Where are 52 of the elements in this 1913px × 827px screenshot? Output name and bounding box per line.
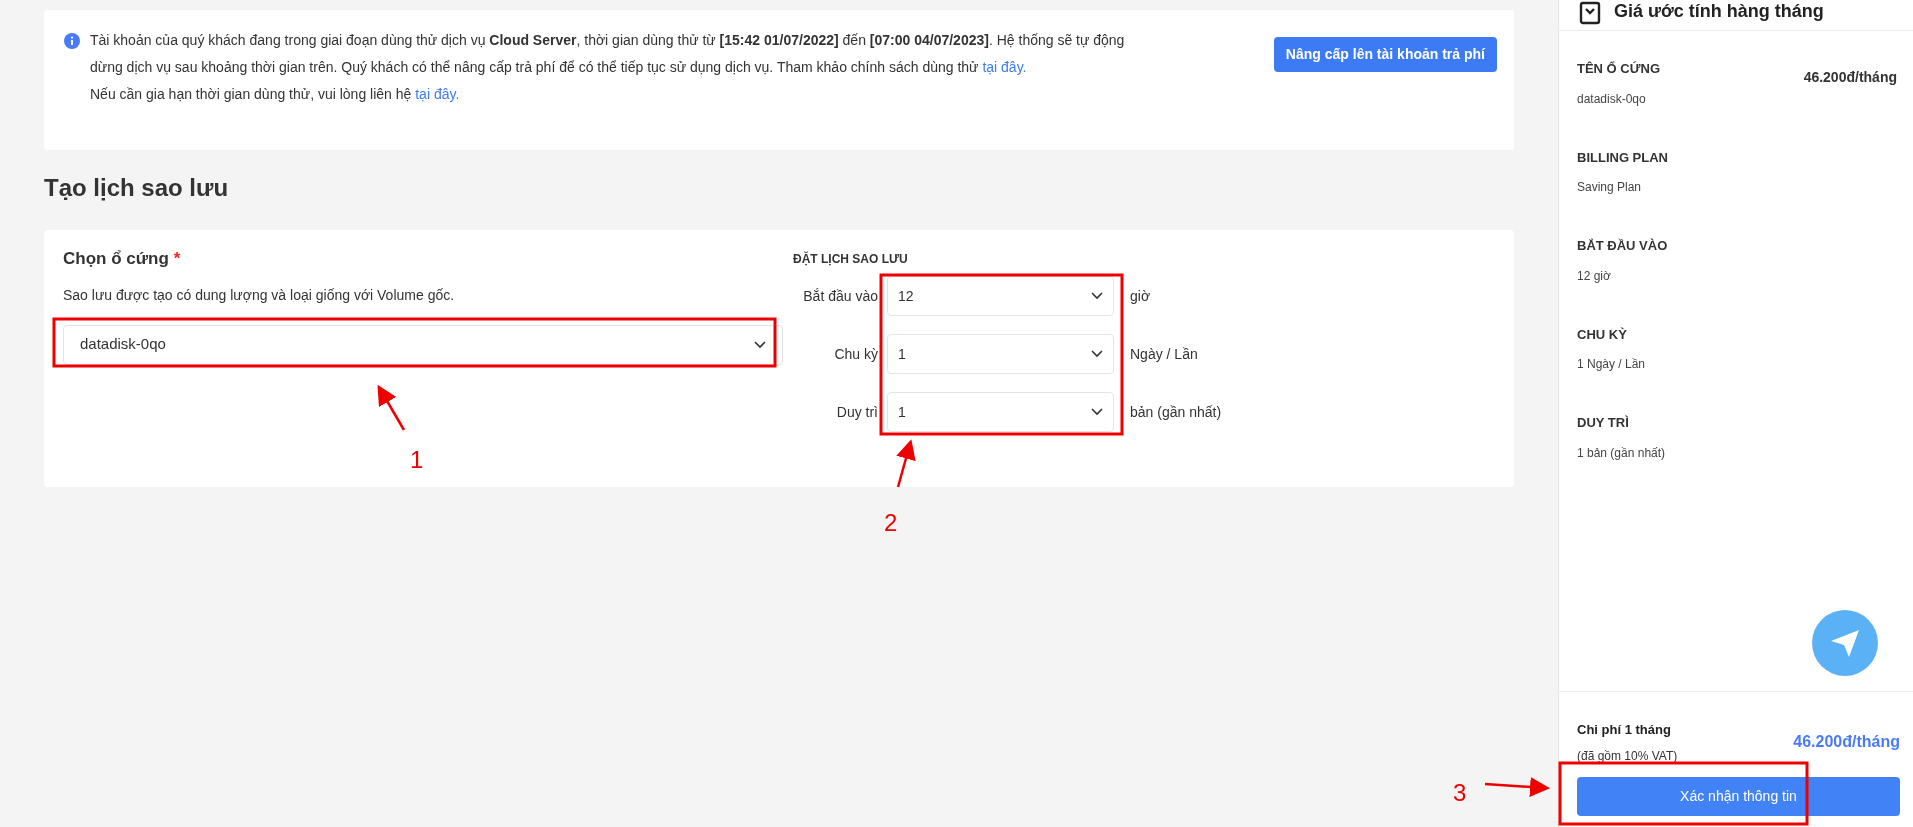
field-description: Sao lưu được tạo có dung lượng và loại giống với Volume gốc.: [63, 285, 456, 305]
select-value: datadisk-0qo: [80, 334, 166, 355]
annotation-number: 2: [884, 508, 898, 538]
total-price: 46.200đ/tháng: [1793, 732, 1900, 753]
upgrade-button[interactable]: Nâng cấp lên tài khoản trả phí: [1273, 37, 1497, 72]
info-icon: [64, 33, 80, 49]
summary-value: datadisk-0qo: [1577, 90, 1647, 108]
schedule-select[interactable]: 1: [887, 334, 1114, 374]
annotation-number: 3: [1453, 778, 1467, 808]
policy-link[interactable]: tại đây.: [982, 59, 1027, 75]
total-note: (đã gồm 10% VAT): [1577, 748, 1678, 765]
summary-label: BẮT ĐẦU VÀO: [1577, 237, 1668, 255]
notice-text: Nếu cần gia hạn thời gian dùng thử, vui lòng liên hệ tại đây.: [90, 85, 461, 104]
bag-icon: [1579, 0, 1601, 25]
total-label: Chi phí 1 tháng: [1577, 720, 1672, 739]
field-label: Bắt đầu vào: [802, 286, 878, 306]
annotation-arrow: [1484, 777, 1550, 797]
summary-value: Saving Plan: [1577, 179, 1643, 196]
field-label: Chu kỳ: [833, 344, 878, 364]
summary-value: 1 Ngày / Lần: [1577, 356, 1646, 373]
field-label: Chọn ổ cứng: [63, 248, 169, 270]
notice-text: Tài khoản của quý khách đang trong giai đoạn dùng thử dịch vụ Cloud Server, thời gian dùng thử từ [15:42 01/07/2022] đến [07:00 04/07/2023]. Hệ thống sẽ tự động dừng dịch vụ sau khoảng thời gian trên. Quý khách có thể nâng cấp trả phí để có thể tiếp tục sử dụng dịch vụ. Tham khảo chính sách dùng thử tại đây.: [90, 31, 1126, 77]
summary-value: 1 bản (gần nhất): [1577, 444, 1666, 462]
chevron-icon: [1091, 408, 1103, 416]
select-value: 12: [898, 286, 914, 306]
summary-label: BILLING PLAN: [1577, 148, 1668, 167]
policy-link[interactable]: tại đây.: [415, 86, 460, 102]
schedule-select[interactable]: 1: [887, 392, 1114, 432]
summary-value: 12 giờ: [1577, 267, 1612, 285]
chevron-icon: [1091, 350, 1103, 358]
select-value: 1: [898, 402, 906, 422]
disk-select[interactable]: datadisk-0qo: [63, 324, 783, 365]
required-mark: *: [173, 248, 181, 270]
field-label: Duy trì: [835, 402, 878, 422]
unit-label: giờ: [1130, 286, 1151, 306]
confirm-button[interactable]: Xác nhận thông tin: [1577, 777, 1900, 816]
unit-label: bản (gần nhất): [1130, 402, 1222, 422]
annotation-arrow: [377, 384, 406, 431]
select-value: 1: [898, 344, 906, 364]
paper-plane-icon: [1829, 627, 1861, 659]
chevron-icon: [754, 340, 766, 349]
annotation-arrow: [896, 439, 916, 488]
summary-label: CHU KỲ: [1577, 325, 1628, 344]
unit-label: Ngày / Lần: [1130, 344, 1198, 364]
chevron-icon: [1091, 292, 1103, 300]
page-title: Tạo lịch sao lưu: [44, 173, 230, 203]
panel-title: Giá ước tính hàng tháng: [1614, 0, 1824, 23]
annotation-number: 1: [410, 445, 424, 475]
price-text: 46.200đ/tháng: [1803, 68, 1897, 87]
section-title: ĐẶT LỊCH SAO LƯU: [793, 250, 909, 268]
summary-label: TÊN Ổ CỨNG: [1577, 60, 1660, 78]
summary-label: DUY TRÌ: [1577, 414, 1630, 432]
